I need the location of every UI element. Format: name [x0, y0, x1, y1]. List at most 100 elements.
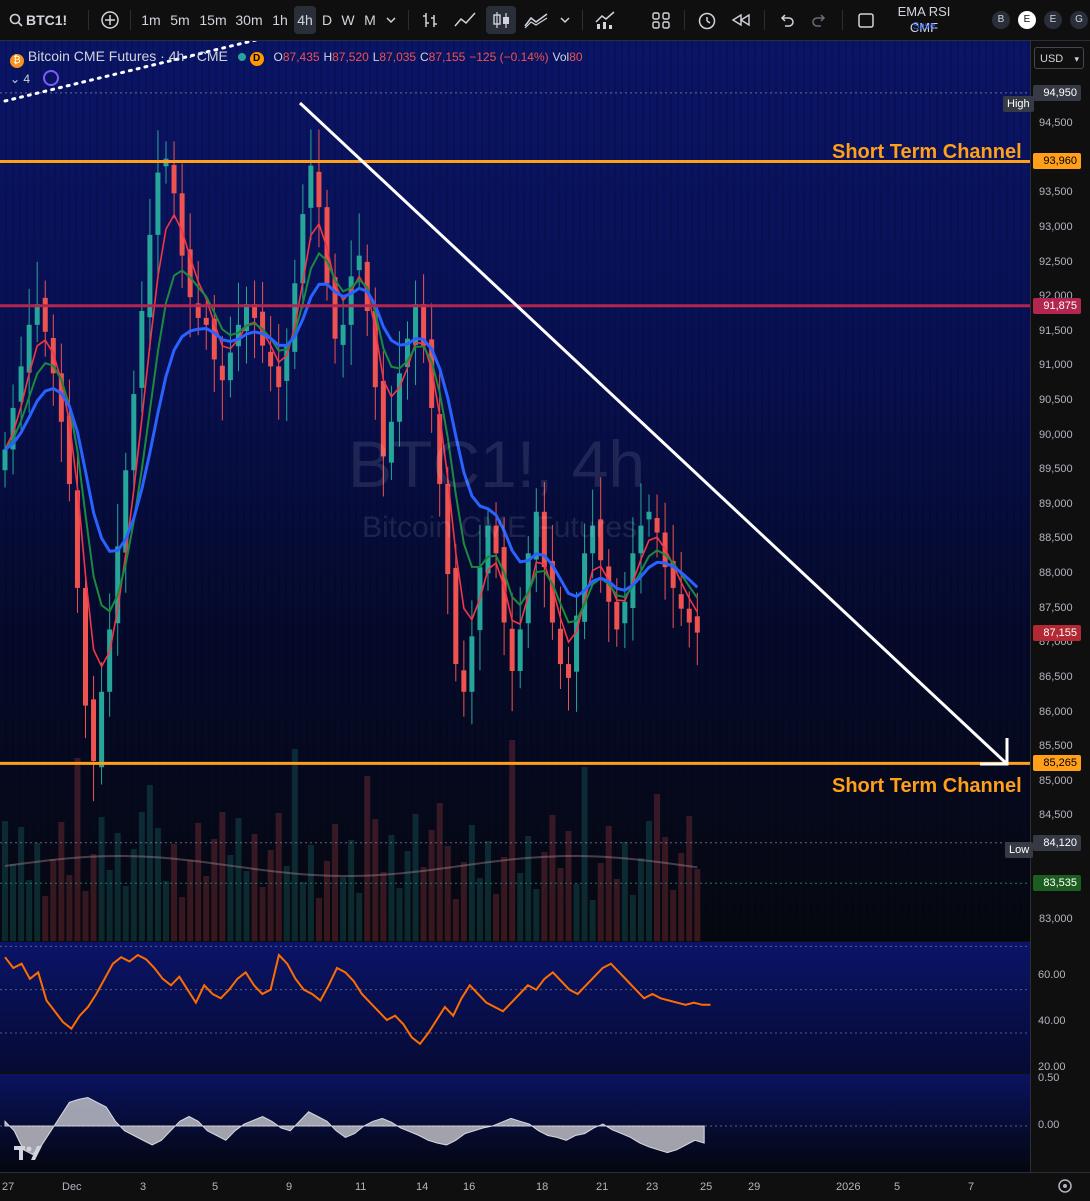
volume-bar — [444, 846, 451, 941]
rsi-chart[interactable] — [0, 942, 1030, 1072]
volume-bar — [364, 776, 371, 941]
avatar[interactable]: G — [1070, 11, 1088, 29]
time-tick: 21 — [596, 1181, 609, 1193]
indicators-icon[interactable] — [592, 6, 618, 34]
main-chart-pane[interactable]: BTC1!, 4h Bitcoin CME Futures Short Term… — [0, 41, 1030, 941]
interval-15m[interactable]: 15m — [197, 6, 229, 34]
ohlc-high: H87,520 — [323, 50, 369, 64]
interval-w[interactable]: W — [338, 6, 358, 34]
volume-bar — [90, 854, 97, 941]
interval-4h[interactable]: 4h — [294, 6, 316, 34]
volume-bar — [138, 812, 145, 941]
low-value-badge: 84,120 — [1033, 834, 1081, 851]
volume-bar — [179, 897, 186, 941]
indicator-axis: 60.00 40.00 20.00 0.50 0.00 — [1030, 942, 1090, 1172]
interval-30m[interactable]: 30m — [233, 6, 265, 34]
time-tick: 2026 — [836, 1181, 861, 1193]
volume-bar — [315, 898, 322, 941]
search-icon[interactable] — [8, 6, 24, 34]
time-tick: 5 — [894, 1181, 901, 1193]
volume-bar — [621, 842, 628, 941]
volume-bar — [146, 785, 153, 941]
market-status-icon — [237, 53, 246, 61]
compare-add-icon[interactable] — [98, 6, 122, 34]
volume-bar — [549, 815, 556, 941]
time-axis[interactable]: 27 Dec 3 5 9 11 14 16 18 21 23 25 29 2026 5 7 — [0, 1172, 1090, 1201]
time-tick: 27 — [2, 1181, 15, 1193]
bar-chart-icon[interactable] — [418, 6, 442, 34]
legend-title[interactable]: Bitcoin CME Futures · 4h · CME — [28, 48, 228, 64]
layout-name[interactable]: EMA RSI CMF — [884, 4, 964, 35]
candle-body — [686, 608, 692, 623]
cmf-tick: 0.50 — [1038, 1072, 1060, 1084]
volume-bar — [460, 862, 467, 941]
time-tick: 29 — [748, 1181, 761, 1193]
time-tick: 16 — [463, 1181, 476, 1193]
low-label: Low — [1005, 842, 1034, 858]
volume-bar — [662, 837, 669, 941]
volume-bar — [509, 740, 516, 941]
cmf-chart[interactable] — [0, 1074, 1030, 1172]
interval-1m[interactable]: 1m — [138, 6, 164, 34]
interval-m[interactable]: M — [360, 6, 380, 34]
volume-bar — [324, 861, 330, 941]
watermark-name: Bitcoin CME Futures — [362, 511, 638, 544]
layout-save-link[interactable]: Save — [884, 21, 964, 33]
layout-grid-icon[interactable] — [648, 6, 674, 34]
interval-5m[interactable]: 5m — [167, 6, 193, 34]
volume-bar — [533, 889, 540, 941]
price-tick: 86,500 — [1039, 670, 1073, 683]
candles-icon[interactable] — [486, 6, 516, 34]
area-chart-icon[interactable] — [522, 6, 550, 34]
avatar[interactable]: E — [1018, 11, 1036, 29]
interval-1h[interactable]: 1h — [268, 6, 292, 34]
volume-bar — [476, 878, 483, 941]
chevron-down-icon: ▾ — [1074, 54, 1079, 64]
candle-body — [614, 601, 620, 630]
rsi-pane[interactable] — [0, 942, 1030, 1072]
currency-selector[interactable]: USD ▾ — [1034, 47, 1084, 69]
volume-bar — [412, 814, 419, 941]
divider — [130, 10, 131, 30]
volume-bar — [106, 870, 113, 941]
replay-icon[interactable] — [728, 6, 754, 34]
bitcoin-icon: ₿ — [10, 54, 24, 68]
price-tick: 89,500 — [1039, 463, 1073, 476]
cmf-tick: 0.00 — [1038, 1119, 1060, 1131]
candle-body — [2, 449, 8, 471]
time-tick: 5 — [212, 1181, 219, 1193]
volume-bar — [670, 890, 677, 941]
avatar[interactable]: E — [1044, 11, 1062, 29]
volume-bar — [565, 831, 572, 941]
volume-bar — [332, 824, 339, 941]
undo-icon[interactable] — [774, 6, 798, 34]
divider — [582, 10, 583, 30]
cmf-pane[interactable] — [0, 1074, 1030, 1172]
candle-body — [276, 366, 282, 388]
interval-d[interactable]: D — [318, 6, 336, 34]
ohlc-low: L87,035 — [372, 50, 417, 64]
candle-body — [155, 172, 161, 235]
redo-icon[interactable] — [808, 6, 832, 34]
line-chart-icon[interactable] — [452, 6, 478, 34]
settings-gear-icon[interactable] — [1056, 1177, 1074, 1200]
indicators-toggle[interactable]: ⌄ 4 — [10, 70, 583, 86]
volume-bar — [275, 813, 282, 941]
volume-bar — [163, 881, 169, 941]
divider — [408, 10, 409, 30]
price-tick: 91,500 — [1039, 324, 1073, 337]
chevron-down-icon[interactable] — [558, 6, 572, 34]
alert-icon[interactable] — [694, 6, 720, 34]
avatar[interactable]: B — [992, 11, 1010, 29]
chevron-down-icon[interactable] — [384, 6, 398, 34]
chevron-down-icon[interactable]: ⌄ — [10, 72, 20, 86]
volume-bar — [18, 827, 25, 941]
price-tick: 83,000 — [1039, 913, 1073, 926]
candle-body — [557, 628, 563, 665]
tradingview-logo[interactable] — [14, 1144, 44, 1167]
price-tick: 93,000 — [1039, 220, 1073, 233]
volume-bar — [493, 894, 500, 941]
volume-bar — [211, 839, 218, 941]
symbol-search[interactable]: BTC1! — [26, 6, 78, 34]
layout-icon[interactable] — [854, 6, 878, 34]
